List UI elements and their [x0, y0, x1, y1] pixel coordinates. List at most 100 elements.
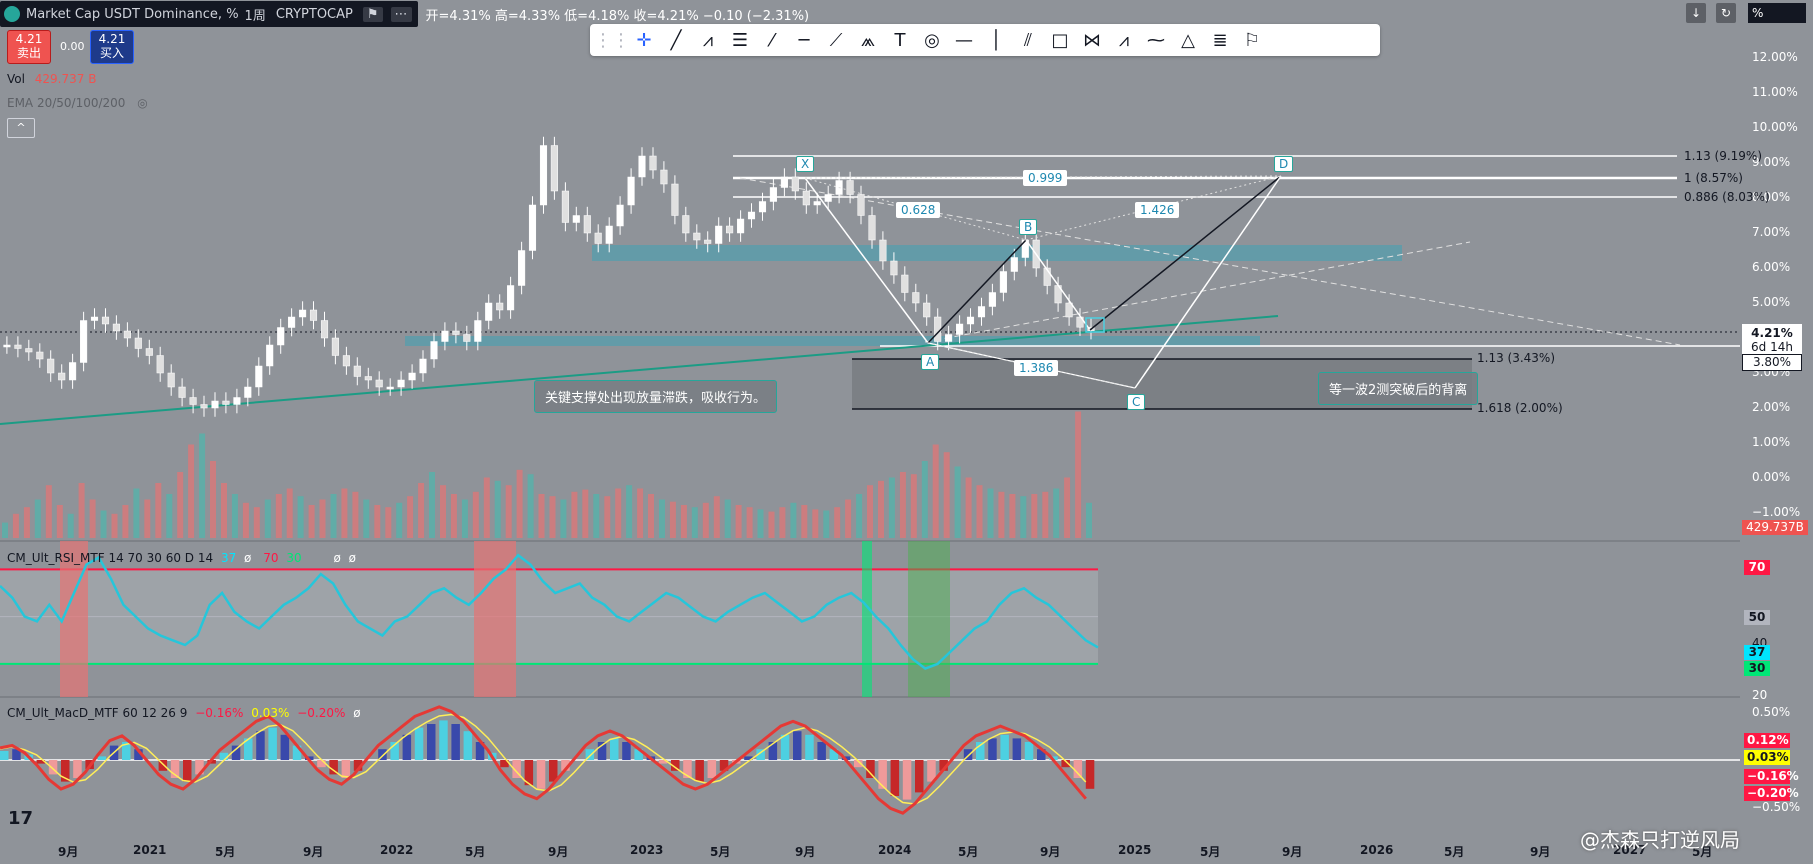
macd-legend[interactable]: CM_Ult_MacD_MTF 60 12 26 9 −0.16% 0.03% …	[7, 706, 361, 720]
buy-price: 4.21	[98, 32, 126, 46]
volume-bar	[626, 485, 633, 538]
last-price: 4.21%	[1751, 326, 1793, 340]
drag-icon[interactable]: ⋮⋮	[594, 26, 630, 54]
ratio-xb: 0.628	[896, 202, 941, 218]
sell-button[interactable]: 4.21 卖出	[7, 30, 51, 64]
price-tick: 0.00%	[1752, 470, 1791, 484]
harmonic-point-c[interactable]: C	[1127, 394, 1146, 410]
triangle-icon[interactable]: △	[1172, 26, 1204, 54]
abc-icon[interactable]: ⩘	[1108, 26, 1140, 54]
candle	[988, 292, 996, 307]
volume-tag: 429.737B	[1742, 520, 1808, 535]
candle	[890, 260, 898, 276]
vol-legend[interactable]: Vol 429.737 B	[7, 72, 96, 86]
pattern-icon[interactable]: ⋈	[1076, 26, 1108, 54]
candle	[211, 400, 219, 409]
macd-val-2: −0.20%	[297, 706, 346, 720]
candle	[496, 302, 504, 311]
rsi-legend[interactable]: CM_Ult_RSI_MTF 14 70 30 60 D 14 37 ø 70 …	[7, 551, 356, 565]
time-tick: 2021	[133, 843, 167, 857]
volume-bar	[516, 469, 523, 538]
harmonic-point-b[interactable]: B	[1019, 219, 1038, 235]
candle	[430, 341, 438, 360]
more-icon[interactable]: ⋯	[390, 6, 412, 22]
volume-bar	[461, 499, 468, 538]
volume-bar	[713, 496, 720, 538]
candle	[233, 397, 241, 405]
candle	[277, 327, 285, 346]
candle	[331, 337, 339, 356]
volume-bar	[494, 480, 501, 538]
time-tick: 5月	[1200, 845, 1221, 859]
macd-histogram-bar	[817, 742, 826, 760]
ema-legend[interactable]: EMA 20/50/100/200 ◎	[7, 96, 148, 110]
candle	[682, 215, 690, 234]
trend-line-icon[interactable]: ╱	[660, 26, 692, 54]
volume-bar	[221, 483, 227, 538]
volume-bar	[78, 483, 85, 538]
harmonic-point-x[interactable]: X	[796, 156, 815, 172]
crosshair-icon[interactable]: ✛	[628, 26, 660, 54]
refresh-icon[interactable]: ↻	[1716, 3, 1736, 23]
horizontal-ray-icon[interactable]: ─	[788, 26, 820, 54]
xabcd-icon[interactable]: ⩕	[852, 26, 884, 54]
macd-histogram-bar	[183, 760, 192, 782]
arrow-down-icon[interactable]: ↓	[1686, 3, 1706, 23]
candle	[364, 376, 372, 381]
fib-extension-icon[interactable]: ≣	[1204, 26, 1236, 54]
volume-bar	[1020, 496, 1027, 538]
text-icon[interactable]: T	[884, 26, 916, 54]
price-tick: 6.00%	[1752, 260, 1791, 274]
horizontal-line-icon[interactable]: —	[948, 26, 980, 54]
macd-tag-020: −0.20%	[1744, 786, 1799, 801]
pitchfork-icon[interactable]: ⩘	[692, 26, 724, 54]
volume-bar	[188, 444, 195, 538]
volume-bar	[23, 507, 30, 538]
ray-icon[interactable]: ⟋	[820, 26, 852, 54]
vertical-line-icon[interactable]: │	[980, 26, 1012, 54]
flag-icon[interactable]: ⚐	[1236, 26, 1268, 54]
volume-bar	[1042, 491, 1049, 538]
candle	[1010, 257, 1018, 272]
time-tick: 5月	[465, 845, 486, 859]
collapse-legend-button[interactable]: ^	[7, 118, 35, 138]
rectangle-icon[interactable]: □	[1044, 26, 1076, 54]
volume-bar	[921, 461, 928, 538]
harmonic-point-a[interactable]: A	[921, 354, 940, 370]
buy-button[interactable]: 4.21 买入	[90, 30, 134, 64]
rsi-tag-37: 37	[1744, 645, 1770, 660]
vol-value: 429.737 B	[34, 72, 97, 86]
annotation-retest-divergence[interactable]: 等一波2测突破后的背离	[1318, 372, 1479, 405]
harmonic-point-d[interactable]: D	[1274, 156, 1294, 172]
candle	[704, 239, 712, 244]
volume-bar	[144, 499, 151, 538]
candle	[474, 320, 482, 342]
path-icon[interactable]: ⁓	[1140, 26, 1172, 54]
candle	[550, 145, 558, 192]
level-tag: 3.80%	[1742, 354, 1802, 371]
annotation-support-absorption[interactable]: 关键支撑处出现放量滞跌，吸收行为。	[534, 380, 778, 413]
chart-canvas[interactable]	[0, 0, 1813, 864]
eye-hidden-icon[interactable]: ◎	[137, 96, 147, 110]
brush-icon[interactable]: ⁄	[756, 26, 788, 54]
circle-icon[interactable]: ◎	[916, 26, 948, 54]
percent-scale-button[interactable]: %	[1748, 3, 1806, 23]
volume-bar	[177, 472, 184, 538]
flag-icon[interactable]: ⚑	[362, 6, 383, 22]
symbol-title-box[interactable]: Market Cap USDT Dominance, % 1周 CRYPTOCA…	[0, 1, 418, 27]
candle	[288, 316, 296, 328]
fib-icon[interactable]: ☰	[724, 26, 756, 54]
candle	[528, 204, 537, 251]
macd-tick-050: 0.50%	[1752, 705, 1791, 719]
fib-label-1: 1 (8.57%)	[1684, 171, 1743, 185]
candle	[342, 355, 350, 367]
candle	[452, 330, 460, 335]
macd-histogram-bar	[427, 724, 436, 760]
rsi-tag-30: 30	[1744, 661, 1770, 676]
candle	[638, 155, 646, 178]
volume-bar	[352, 491, 359, 538]
candle	[36, 351, 44, 360]
channel-icon[interactable]: ⫽	[1012, 26, 1044, 54]
candle	[200, 404, 208, 409]
volume-bar	[45, 485, 52, 538]
